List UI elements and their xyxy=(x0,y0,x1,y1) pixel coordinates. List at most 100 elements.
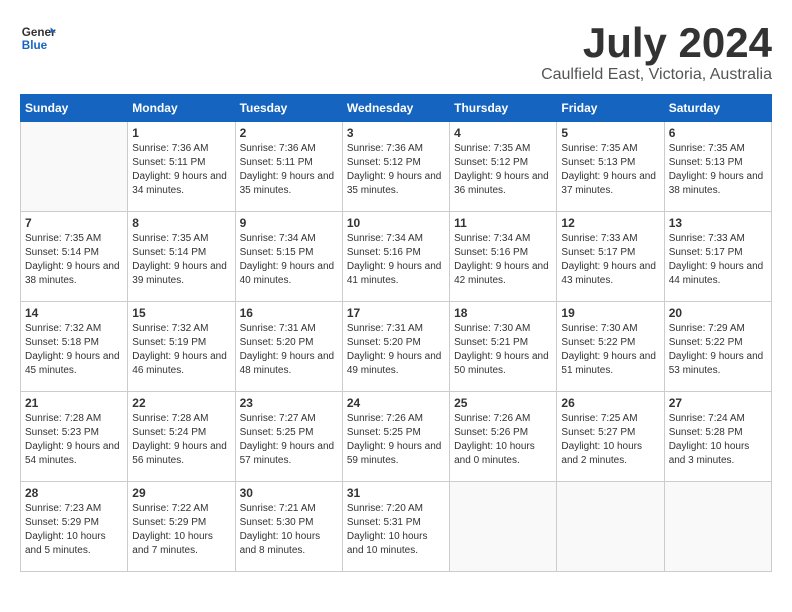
calendar-cell: 16 Sunrise: 7:31 AMSunset: 5:20 PMDayligh… xyxy=(235,302,342,392)
day-info: Sunrise: 7:27 AMSunset: 5:25 PMDaylight:… xyxy=(240,412,338,468)
day-number: 12 xyxy=(561,216,659,230)
calendar-cell: 13 Sunrise: 7:33 AMSunset: 5:17 PMDayligh… xyxy=(664,212,771,302)
day-info: Sunrise: 7:31 AMSunset: 5:20 PMDaylight:… xyxy=(347,322,445,378)
calendar-week-5: 28 Sunrise: 7:23 AMSunset: 5:29 PMDayligh… xyxy=(21,482,772,572)
month-title: July 2024 xyxy=(541,20,772,66)
calendar-cell: 26 Sunrise: 7:25 AMSunset: 5:27 PMDayligh… xyxy=(557,392,664,482)
calendar-cell: 28 Sunrise: 7:23 AMSunset: 5:29 PMDayligh… xyxy=(21,482,128,572)
location-title: Caulfield East, Victoria, Australia xyxy=(541,66,772,84)
weekday-header-thursday: Thursday xyxy=(450,95,557,122)
day-info: Sunrise: 7:35 AMSunset: 5:13 PMDaylight:… xyxy=(561,142,659,198)
calendar-cell: 21 Sunrise: 7:28 AMSunset: 5:23 PMDayligh… xyxy=(21,392,128,482)
day-info: Sunrise: 7:23 AMSunset: 5:29 PMDaylight:… xyxy=(25,502,123,558)
weekday-header-tuesday: Tuesday xyxy=(235,95,342,122)
day-number: 7 xyxy=(25,216,123,230)
calendar-cell: 22 Sunrise: 7:28 AMSunset: 5:24 PMDayligh… xyxy=(128,392,235,482)
calendar-cell: 7 Sunrise: 7:35 AMSunset: 5:14 PMDaylight… xyxy=(21,212,128,302)
calendar-cell: 20Sunrise: 7:29 AMSunset: 5:22 PMDayligh… xyxy=(664,302,771,392)
day-number: 25 xyxy=(454,396,552,410)
calendar-cell: 19Sunrise: 7:30 AMSunset: 5:22 PMDayligh… xyxy=(557,302,664,392)
weekday-header-saturday: Saturday xyxy=(664,95,771,122)
day-number: 14 xyxy=(25,306,123,320)
calendar-cell: 8 Sunrise: 7:35 AMSunset: 5:14 PMDaylight… xyxy=(128,212,235,302)
day-info: Sunrise: 7:35 AMSunset: 5:14 PMDaylight:… xyxy=(25,232,123,288)
page-header: General Blue July 2024 Caulfield East, V… xyxy=(20,20,772,84)
day-number: 1 xyxy=(132,126,230,140)
day-number: 26 xyxy=(561,396,659,410)
day-number: 4 xyxy=(454,126,552,140)
day-number: 15 xyxy=(132,306,230,320)
calendar-cell: 11 Sunrise: 7:34 AMSunset: 5:16 PMDayligh… xyxy=(450,212,557,302)
day-number: 23 xyxy=(240,396,338,410)
calendar-cell: 2Sunrise: 7:36 AMSunset: 5:11 PMDaylight… xyxy=(235,122,342,212)
day-number: 13 xyxy=(669,216,767,230)
svg-text:Blue: Blue xyxy=(22,39,48,52)
day-number: 3 xyxy=(347,126,445,140)
day-number: 9 xyxy=(240,216,338,230)
day-number: 28 xyxy=(25,486,123,500)
day-info: Sunrise: 7:33 AMSunset: 5:17 PMDaylight:… xyxy=(561,232,659,288)
day-info: Sunrise: 7:21 AMSunset: 5:30 PMDaylight:… xyxy=(240,502,338,558)
day-number: 5 xyxy=(561,126,659,140)
day-number: 27 xyxy=(669,396,767,410)
day-info: Sunrise: 7:30 AMSunset: 5:21 PMDaylight:… xyxy=(454,322,552,378)
day-number: 11 xyxy=(454,216,552,230)
calendar-cell xyxy=(21,122,128,212)
calendar-cell xyxy=(557,482,664,572)
day-number: 10 xyxy=(347,216,445,230)
day-info: Sunrise: 7:34 AMSunset: 5:16 PMDaylight:… xyxy=(454,232,552,288)
day-info: Sunrise: 7:35 AMSunset: 5:14 PMDaylight:… xyxy=(132,232,230,288)
day-info: Sunrise: 7:32 AMSunset: 5:19 PMDaylight:… xyxy=(132,322,230,378)
day-info: Sunrise: 7:25 AMSunset: 5:27 PMDaylight:… xyxy=(561,412,659,468)
day-number: 22 xyxy=(132,396,230,410)
day-info: Sunrise: 7:20 AMSunset: 5:31 PMDaylight:… xyxy=(347,502,445,558)
calendar-cell: 24 Sunrise: 7:26 AMSunset: 5:25 PMDayligh… xyxy=(342,392,449,482)
calendar-cell: 5 Sunrise: 7:35 AMSunset: 5:13 PMDaylight… xyxy=(557,122,664,212)
day-number: 24 xyxy=(347,396,445,410)
logo: General Blue xyxy=(20,20,56,56)
day-info: Sunrise: 7:26 AMSunset: 5:26 PMDaylight:… xyxy=(454,412,552,468)
weekday-header-sunday: Sunday xyxy=(21,95,128,122)
calendar-cell: 18 Sunrise: 7:30 AMSunset: 5:21 PMDayligh… xyxy=(450,302,557,392)
day-info: Sunrise: 7:36 AMSunset: 5:12 PMDaylight:… xyxy=(347,142,445,198)
calendar-cell: 6Sunrise: 7:35 AMSunset: 5:13 PMDaylight… xyxy=(664,122,771,212)
calendar-cell: 17 Sunrise: 7:31 AMSunset: 5:20 PMDayligh… xyxy=(342,302,449,392)
calendar-cell: 10Sunrise: 7:34 AMSunset: 5:16 PMDayligh… xyxy=(342,212,449,302)
calendar-cell: 23 Sunrise: 7:27 AMSunset: 5:25 PMDayligh… xyxy=(235,392,342,482)
calendar-week-3: 14 Sunrise: 7:32 AMSunset: 5:18 PMDayligh… xyxy=(21,302,772,392)
weekday-header-friday: Friday xyxy=(557,95,664,122)
calendar-cell: 12 Sunrise: 7:33 AMSunset: 5:17 PMDayligh… xyxy=(557,212,664,302)
day-number: 19 xyxy=(561,306,659,320)
day-number: 2 xyxy=(240,126,338,140)
day-number: 30 xyxy=(240,486,338,500)
day-number: 18 xyxy=(454,306,552,320)
calendar-week-4: 21 Sunrise: 7:28 AMSunset: 5:23 PMDayligh… xyxy=(21,392,772,482)
weekday-header-monday: Monday xyxy=(128,95,235,122)
logo-icon: General Blue xyxy=(20,20,56,56)
day-info: Sunrise: 7:31 AMSunset: 5:20 PMDaylight:… xyxy=(240,322,338,378)
calendar-cell: 25 Sunrise: 7:26 AMSunset: 5:26 PMDayligh… xyxy=(450,392,557,482)
calendar-cell: 14 Sunrise: 7:32 AMSunset: 5:18 PMDayligh… xyxy=(21,302,128,392)
day-info: Sunrise: 7:33 AMSunset: 5:17 PMDaylight:… xyxy=(669,232,767,288)
day-number: 17 xyxy=(347,306,445,320)
day-info: Sunrise: 7:32 AMSunset: 5:18 PMDaylight:… xyxy=(25,322,123,378)
day-number: 16 xyxy=(240,306,338,320)
day-info: Sunrise: 7:22 AMSunset: 5:29 PMDaylight:… xyxy=(132,502,230,558)
day-number: 21 xyxy=(25,396,123,410)
day-info: Sunrise: 7:24 AMSunset: 5:28 PMDaylight:… xyxy=(669,412,767,468)
calendar-cell: 29 Sunrise: 7:22 AMSunset: 5:29 PMDayligh… xyxy=(128,482,235,572)
calendar-cell: 4 Sunrise: 7:35 AMSunset: 5:12 PMDaylight… xyxy=(450,122,557,212)
calendar-cell xyxy=(450,482,557,572)
day-info: Sunrise: 7:35 AMSunset: 5:12 PMDaylight:… xyxy=(454,142,552,198)
day-info: Sunrise: 7:26 AMSunset: 5:25 PMDaylight:… xyxy=(347,412,445,468)
calendar-header-row: SundayMondayTuesdayWednesdayThursdayFrid… xyxy=(21,95,772,122)
day-number: 8 xyxy=(132,216,230,230)
day-number: 29 xyxy=(132,486,230,500)
day-info: Sunrise: 7:28 AMSunset: 5:23 PMDaylight:… xyxy=(25,412,123,468)
calendar-table: SundayMondayTuesdayWednesdayThursdayFrid… xyxy=(20,94,772,572)
calendar-cell: 27 Sunrise: 7:24 AMSunset: 5:28 PMDayligh… xyxy=(664,392,771,482)
calendar-cell: 9Sunrise: 7:34 AMSunset: 5:15 PMDaylight… xyxy=(235,212,342,302)
day-info: Sunrise: 7:35 AMSunset: 5:13 PMDaylight:… xyxy=(669,142,767,198)
day-number: 20 xyxy=(669,306,767,320)
day-info: Sunrise: 7:28 AMSunset: 5:24 PMDaylight:… xyxy=(132,412,230,468)
